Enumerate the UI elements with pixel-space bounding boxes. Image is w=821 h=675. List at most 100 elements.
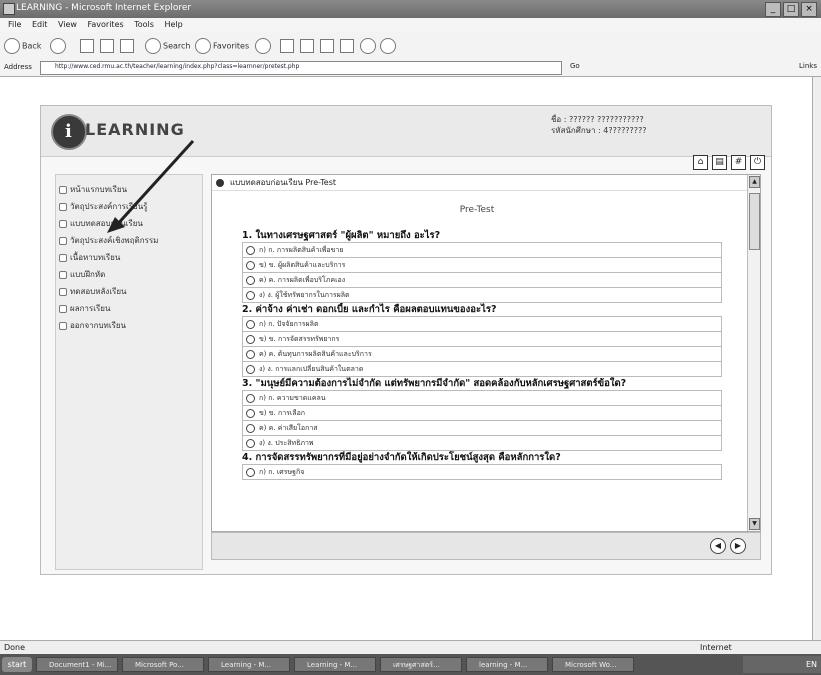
forward-arrow-icon [50,38,66,54]
score-icon[interactable]: # [731,155,746,170]
question-2: 2. ค่าจ้าง ค่าเช่า ดอกเบี้ย และกำไร คือผ… [242,304,497,315]
research-button[interactable] [380,38,398,54]
task-button[interactable]: Learning - M... [294,657,376,672]
maximize-button[interactable]: □ [783,2,799,17]
close-button[interactable]: × [801,2,817,17]
next-page-button[interactable]: ▶ [730,538,746,554]
power-icon[interactable]: ⏻ [750,155,765,170]
radio-icon[interactable] [246,439,255,448]
user-info: ชื่อ : ?????? ??????????? รหัสนักศึกษา :… [551,114,647,136]
search-button[interactable]: Search [145,38,190,54]
mail-button[interactable] [280,38,294,54]
address-label: Address [4,63,32,71]
home-button[interactable] [120,38,134,54]
menu-view[interactable]: View [58,20,77,29]
prev-page-button[interactable]: ◀ [710,538,726,554]
menu-help[interactable]: Help [164,20,182,29]
ie-icon [3,3,15,15]
book-icon[interactable]: ▤ [712,155,727,170]
option-2a[interactable]: ก) ก. ปัจจัยการผลิต [242,316,722,332]
task-button[interactable]: learning - M... [466,657,548,672]
task-button[interactable]: เศรษฐศาสตร์... [380,657,462,672]
favorites-button[interactable]: Favorites [195,38,249,54]
radio-icon[interactable] [246,261,255,270]
bullet-icon [59,254,67,262]
star-icon [195,38,211,54]
option-3a[interactable]: ก) ก. ความขาดแคลน [242,390,722,406]
sidebar-item-posttest[interactable]: ทดสอบหลังเรียน [56,283,202,300]
menu-tools[interactable]: Tools [134,20,154,29]
pretest-title: Pre-Test [459,205,495,215]
radio-icon[interactable] [246,291,255,300]
radio-icon[interactable] [246,246,255,255]
sidebar-item-exit[interactable]: ออกจากบทเรียน [56,317,202,334]
sidebar-item-content[interactable]: เนื้อหาบทเรียน [56,249,202,266]
radio-icon[interactable] [246,276,255,285]
option-3b[interactable]: ข) ข. การเลือก [242,406,722,421]
menu-favorites[interactable]: Favorites [88,20,124,29]
home-icon [120,38,134,53]
go-button[interactable]: Go [570,62,580,70]
edit-icon [320,38,334,53]
mail-icon [280,38,294,53]
panel-scrollbar[interactable]: ▲ ▼ [747,175,760,531]
sidebar-item-behavioral-objectives[interactable]: วัตถุประสงค์เชิงพฤติกรรม [56,232,202,249]
discuss-button[interactable] [340,38,354,54]
radio-icon[interactable] [246,365,255,374]
edit-button[interactable] [320,38,334,54]
forward-button[interactable] [50,38,68,54]
system-tray: EN [743,656,821,673]
scroll-down-icon[interactable]: ▼ [749,518,760,530]
bullet-icon [59,288,67,296]
task-button[interactable]: Microsoft Wo... [552,657,634,672]
option-1a[interactable]: ก) ก. การผลิตสินค้าเพื่อขาย [242,242,722,258]
print-icon [300,38,314,53]
menu-edit[interactable]: Edit [32,20,48,29]
minimize-button[interactable]: _ [765,2,781,17]
option-2d[interactable]: ง) ง. การแลกเปลี่ยนสินค้าในตลาด [242,362,722,377]
sidebar-item-results[interactable]: ผลการเรียน [56,300,202,317]
back-button[interactable]: Back [4,38,41,54]
exit-door-icon[interactable]: ⌂ [693,155,708,170]
links-button[interactable]: Links [799,62,817,70]
print-button[interactable] [300,38,314,54]
refresh-button[interactable] [100,38,114,54]
option-2c[interactable]: ค) ค. ต้นทุนการผลิตสินค้าและบริการ [242,347,722,362]
radio-icon[interactable] [246,394,255,403]
radio-icon[interactable] [246,409,255,418]
task-button[interactable]: Microsoft Po... [122,657,204,672]
menu-file[interactable]: File [8,20,21,29]
address-input[interactable]: http://www.ced.rmu.ac.th/teacher/learnin… [40,61,562,75]
zone-text: Internet [700,643,732,652]
window-title: LEARNING - Microsoft Internet Explorer [16,3,192,13]
start-button[interactable]: start [2,657,32,672]
bullet-icon [59,237,67,245]
task-button[interactable]: Learning - M... [208,657,290,672]
radio-icon[interactable] [246,320,255,329]
option-1c[interactable]: ค) ค. การผลิตเพื่อบริโภคเอง [242,273,722,288]
radio-icon[interactable] [246,424,255,433]
page-scrollbar[interactable] [812,77,821,640]
learning-app: i LEARNING ชื่อ : ?????? ??????????? รหั… [40,105,772,575]
messenger-button[interactable] [360,38,378,54]
bullet-icon [59,305,67,313]
option-1b[interactable]: ข) ข. ผู้ผลิตสินค้าและบริการ [242,258,722,273]
scroll-up-icon[interactable]: ▲ [749,176,760,188]
question-list: 1. ในทางเศรษฐศาสตร์ "ผู้ผลิต" หมายถึง อะ… [242,229,722,480]
student-id: รหัสนักศึกษา : 4????????? [551,126,647,135]
option-4a[interactable]: ก) ก. เศรษฐกิจ [242,464,722,480]
history-button[interactable] [255,38,273,54]
radio-icon[interactable] [246,335,255,344]
option-2b[interactable]: ข) ข. การจัดสรรทรัพยากร [242,332,722,347]
task-button[interactable]: Document1 - Mi... [36,657,118,672]
stop-button[interactable] [80,38,94,54]
option-3c[interactable]: ค) ค. ค่าเสียโอกาส [242,421,722,436]
menubar: File Edit View Favorites Tools Help [0,18,821,32]
info-icon [216,178,224,187]
radio-icon[interactable] [246,350,255,359]
option-3d[interactable]: ง) ง. ประสิทธิภาพ [242,436,722,451]
option-1d[interactable]: ง) ง. ผู้ใช้ทรัพยากรในการผลิต [242,288,722,303]
radio-icon[interactable] [246,468,255,477]
scroll-thumb[interactable] [749,193,760,250]
sidebar-item-exercise[interactable]: แบบฝึกหัด [56,266,202,283]
